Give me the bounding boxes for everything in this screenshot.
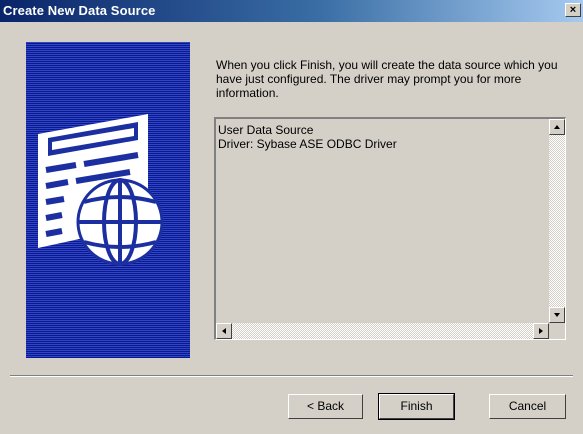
description-text: When you click Finish, you will create t… [216,58,558,100]
scroll-up-button[interactable] [549,119,565,135]
scroll-down-button[interactable] [549,307,565,323]
close-button[interactable]: × [565,3,581,17]
cancel-button[interactable]: Cancel [489,394,566,419]
arrow-right-icon [539,328,543,334]
arrow-left-icon [222,328,226,334]
close-icon: × [569,4,577,16]
summary-line-driver: Driver: Sybase ASE ODBC Driver [218,137,397,151]
finish-button[interactable]: Finish [378,393,455,420]
vertical-scrollbar[interactable] [549,119,565,323]
scroll-left-button[interactable] [216,323,232,339]
arrow-up-icon [554,125,560,129]
window-title: Create New Data Source [3,3,156,18]
summary-line-source: User Data Source [218,123,314,137]
horizontal-scrollbar[interactable] [216,323,549,339]
wizard-image [26,42,190,358]
title-bar[interactable]: Create New Data Source × [0,0,583,22]
scroll-right-button[interactable] [533,323,549,339]
arrow-down-icon [554,313,560,317]
document-globe-icon [38,114,164,266]
separator-highlight [10,376,573,377]
scroll-corner [549,323,565,339]
summary-listbox[interactable]: User Data Source Driver: Sybase ASE ODBC… [214,117,566,340]
back-button[interactable]: < Back [288,394,363,419]
